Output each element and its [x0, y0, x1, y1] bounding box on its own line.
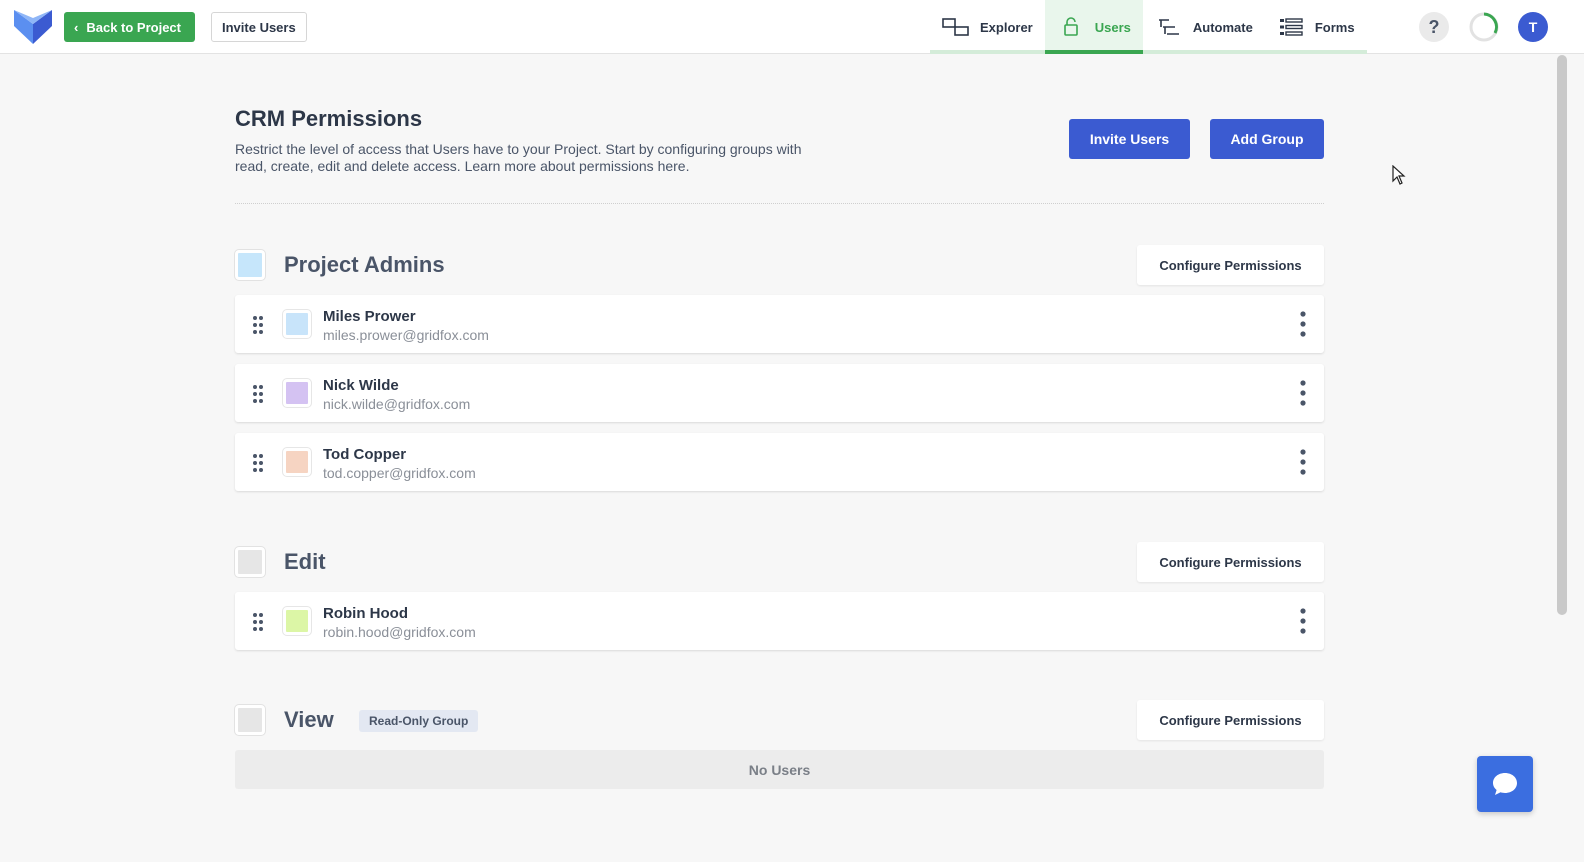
chevron-left-icon: ‹ — [74, 19, 79, 35]
vertical-scrollbar[interactable] — [1557, 55, 1567, 615]
page-title: CRM Permissions — [235, 106, 423, 131]
group-name: Edit — [284, 549, 326, 574]
more-options-icon[interactable] — [1298, 310, 1308, 338]
group-color-swatch[interactable] — [235, 547, 265, 577]
empty-users-placeholder: No Users — [235, 750, 1324, 789]
user-name: Robin Hood — [323, 605, 408, 622]
drag-handle-icon[interactable] — [252, 453, 264, 473]
back-to-project-button[interactable]: ‹ Back to Project — [64, 12, 195, 42]
configure-permissions-button[interactable]: Configure Permissions — [1137, 245, 1324, 285]
read-only-badge: Read-Only Group — [359, 710, 479, 732]
user-row: Robin Hood robin.hood@gridfox.com — [235, 592, 1324, 650]
more-options-icon[interactable] — [1298, 448, 1308, 476]
invite-users-button[interactable]: Invite Users — [1069, 119, 1190, 159]
group-header: Edit Configure Permissions — [235, 542, 1324, 582]
mouse-cursor-icon — [1392, 165, 1406, 185]
user-color-swatch — [283, 607, 311, 635]
chat-bubble-icon — [1493, 773, 1517, 795]
tab-automate[interactable]: Automate — [1142, 0, 1265, 54]
tab-forms[interactable]: Forms — [1264, 0, 1367, 54]
drag-handle-icon[interactable] — [252, 384, 264, 404]
group-header: Project Admins Configure Permissions — [235, 245, 1324, 285]
configure-permissions-button[interactable]: Configure Permissions — [1137, 542, 1324, 582]
group-color-swatch[interactable] — [235, 250, 265, 280]
tab-users[interactable]: Users — [1044, 0, 1143, 54]
tab-explorer-label: Explorer — [980, 19, 1033, 35]
page-description: Restrict the level of access that Users … — [235, 141, 802, 174]
forms-icon — [1279, 18, 1303, 36]
tab-automate-label: Automate — [1192, 19, 1253, 35]
back-to-project-label: Back to Project — [86, 19, 181, 35]
user-email: miles.prower@gridfox.com — [323, 327, 489, 343]
user-color-swatch — [283, 448, 311, 476]
user-row: Miles Prower miles.prower@gridfox.com — [235, 295, 1324, 353]
user-name: Tod Copper — [323, 446, 407, 463]
user-row: Tod Copper tod.copper@gridfox.com — [235, 433, 1324, 491]
invite-users-top-button[interactable]: Invite Users — [211, 12, 307, 42]
group-name: View — [284, 707, 334, 732]
add-group-button[interactable]: Add Group — [1210, 119, 1324, 159]
main-nav: Explorer Users Automate Forms — [930, 0, 1367, 54]
group-header: View Read-Only Group Configure Permissio… — [235, 700, 1324, 740]
top-bar: ‹ Back to Project Invite Users Explorer … — [0, 0, 1584, 54]
onboarding-progress-icon[interactable] — [1468, 11, 1500, 43]
user-row: Nick Wilde nick.wilde@gridfox.com — [235, 364, 1324, 422]
user-color-swatch — [283, 379, 311, 407]
user-email: tod.copper@gridfox.com — [323, 465, 476, 481]
user-avatar[interactable]: T — [1518, 12, 1548, 42]
help-button[interactable]: ? — [1419, 12, 1449, 42]
header-divider — [235, 203, 1324, 204]
group-color-swatch[interactable] — [235, 705, 265, 735]
gridfox-logo[interactable] — [14, 10, 52, 44]
tab-users-label: Users — [1094, 19, 1131, 35]
tab-explorer[interactable]: Explorer — [930, 0, 1045, 54]
group-name: Project Admins — [284, 252, 445, 277]
user-email: nick.wilde@gridfox.com — [323, 396, 471, 412]
tab-forms-label: Forms — [1314, 19, 1355, 35]
user-name: Nick Wilde — [323, 377, 399, 394]
lock-icon — [1063, 17, 1078, 36]
automate-icon — [1158, 19, 1179, 35]
chat-button[interactable] — [1477, 756, 1533, 812]
user-name: Miles Prower — [323, 308, 416, 325]
drag-handle-icon[interactable] — [252, 315, 264, 335]
user-email: robin.hood@gridfox.com — [323, 624, 476, 640]
configure-permissions-button[interactable]: Configure Permissions — [1137, 700, 1324, 740]
user-color-swatch — [283, 310, 311, 338]
more-options-icon[interactable] — [1298, 607, 1308, 635]
explorer-icon — [942, 18, 969, 36]
drag-handle-icon[interactable] — [252, 612, 264, 632]
more-options-icon[interactable] — [1298, 379, 1308, 407]
